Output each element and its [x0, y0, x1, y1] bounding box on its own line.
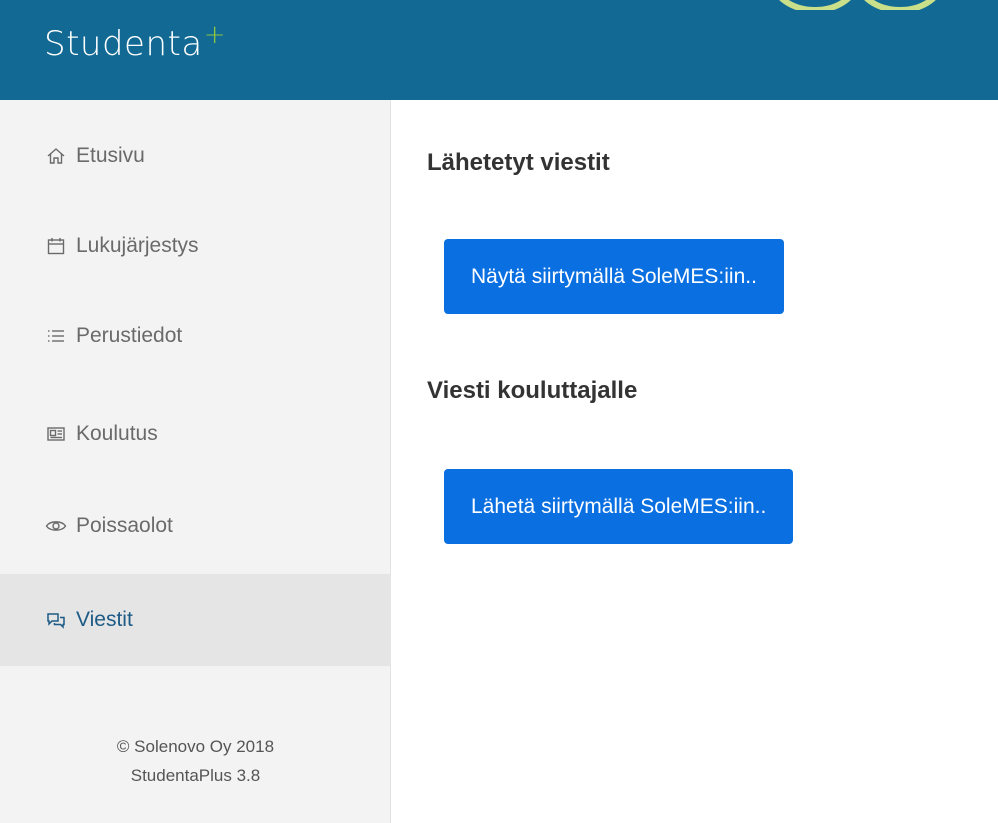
- main-content: Lähetetyt viestit Näytä siirtymällä Sole…: [392, 100, 998, 823]
- send-message-button[interactable]: Lähetä siirtymällä SoleMES:iin..: [444, 469, 794, 544]
- sidebar-item-label: Perustiedot: [76, 324, 183, 347]
- app-root: Studenta+ Etusivu Lukujärjestys Perustie…: [0, 0, 998, 823]
- brand-logo[interactable]: Studenta+: [44, 20, 226, 64]
- sidebar-footer: © Solenovo Oy 2018 StudentaPlus 3.8: [0, 732, 391, 790]
- sent-messages-title: Lähetetyt viestit: [427, 149, 610, 176]
- sidebar-item-koulutus[interactable]: Koulutus: [0, 388, 391, 480]
- home-icon: [44, 144, 68, 168]
- sidebar-item-label: Koulutus: [76, 422, 158, 445]
- brand-name: Studenta: [44, 24, 203, 64]
- sidebar: Etusivu Lukujärjestys Perustiedot Koulut…: [0, 100, 391, 823]
- copyright-text: © Solenovo Oy 2018: [116, 737, 275, 756]
- sidebar-item-viestit[interactable]: Viestit: [0, 574, 391, 666]
- sidebar-item-label: Etusivu: [76, 144, 145, 167]
- sidebar-item-perustiedot[interactable]: Perustiedot: [0, 290, 391, 382]
- sidebar-item-label: Poissaolot: [76, 514, 173, 537]
- header-decoration: [760, 0, 980, 10]
- calendar-icon: [44, 234, 68, 258]
- eye-icon: [44, 514, 68, 538]
- sidebar-item-poissaolot[interactable]: Poissaolot: [0, 480, 391, 572]
- brand-plus: +: [203, 20, 226, 50]
- message-trainer-title: Viesti kouluttajalle: [427, 377, 638, 404]
- show-sent-messages-button[interactable]: Näytä siirtymällä SoleMES:iin..: [444, 239, 784, 314]
- chat-icon: [44, 608, 68, 632]
- sidebar-item-etusivu[interactable]: Etusivu: [0, 110, 391, 202]
- id-card-icon: [44, 422, 68, 446]
- list-icon: [44, 324, 68, 348]
- sidebar-item-lukujarjestys[interactable]: Lukujärjestys: [0, 200, 391, 292]
- version-text: StudentaPlus 3.8: [130, 766, 261, 785]
- sidebar-item-label: Lukujärjestys: [76, 234, 199, 257]
- top-header: Studenta+: [0, 0, 998, 100]
- sidebar-item-label: Viestit: [76, 608, 133, 631]
